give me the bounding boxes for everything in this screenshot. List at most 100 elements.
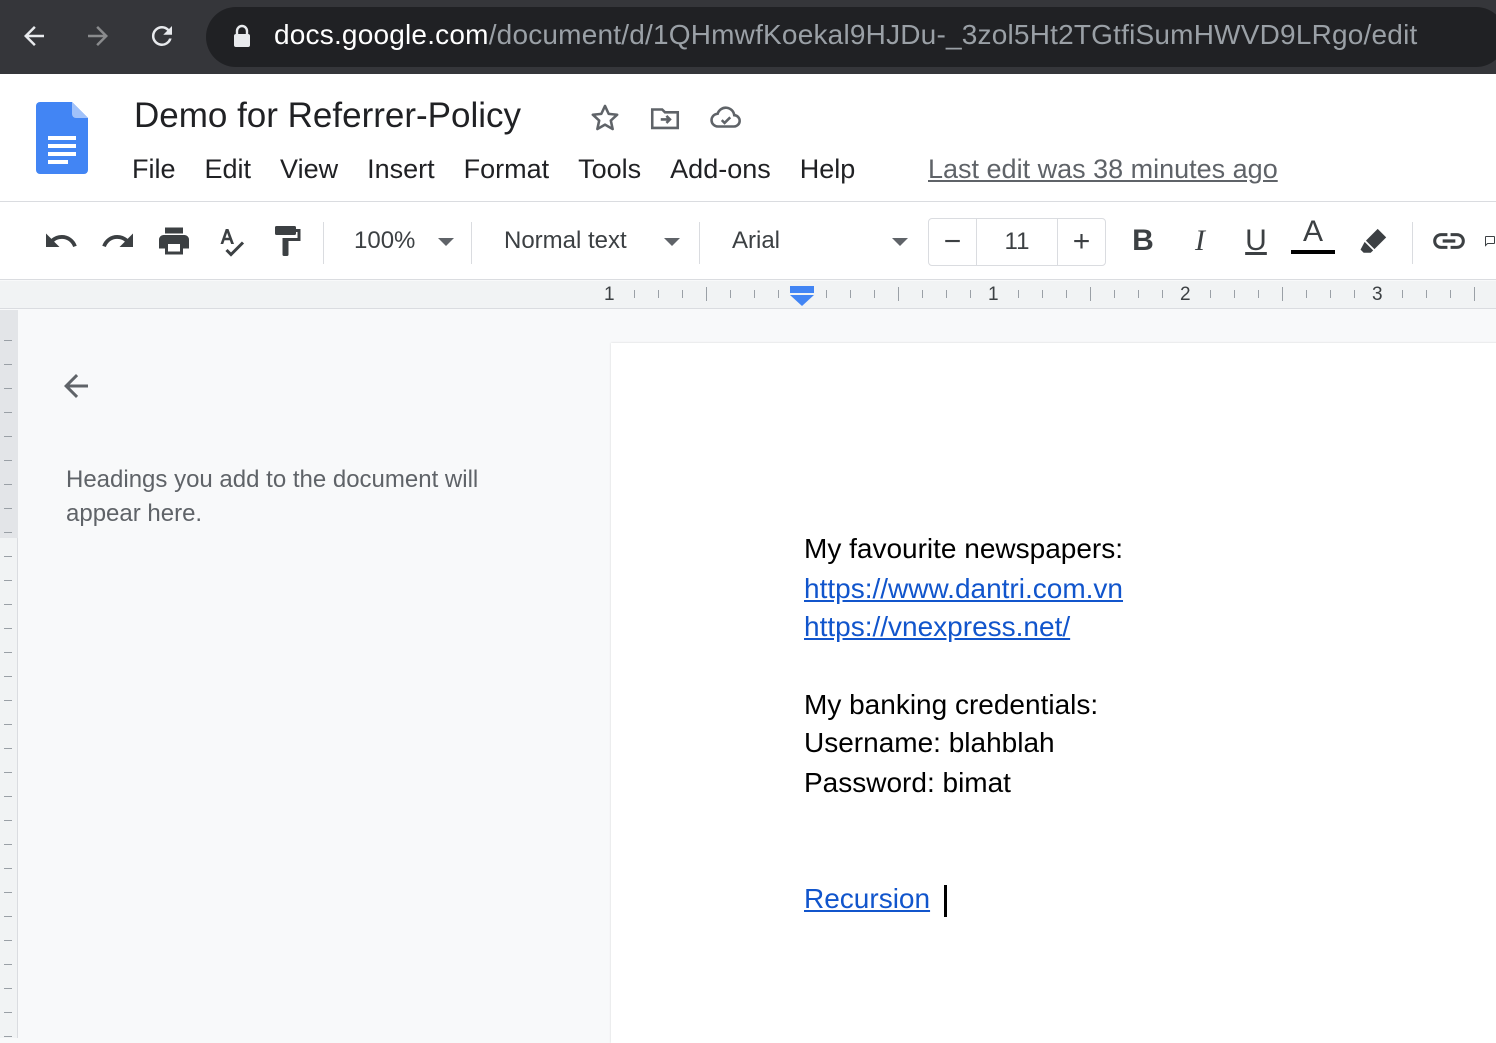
- lock-icon[interactable]: [232, 24, 252, 50]
- text-cursor: [944, 885, 947, 917]
- url-host: docs.google.com: [274, 19, 489, 50]
- toolbar-divider: [471, 222, 472, 264]
- menu-edit[interactable]: Edit: [205, 154, 252, 185]
- star-icon[interactable]: [587, 100, 623, 136]
- indent-marker-icon[interactable]: [790, 286, 814, 306]
- menu-insert[interactable]: Insert: [367, 154, 435, 185]
- text-color-glyph: A: [1302, 215, 1323, 248]
- ruler-tick: [658, 290, 659, 298]
- cloud-saved-icon[interactable]: [708, 100, 744, 136]
- italic-button[interactable]: I: [1181, 222, 1219, 260]
- toolbar-divider: [1412, 222, 1413, 264]
- print-icon[interactable]: [155, 222, 193, 260]
- menu-add-ons[interactable]: Add-ons: [670, 154, 771, 185]
- vertical-ruler-tick: [4, 604, 12, 605]
- toolbar-divider: [323, 222, 324, 264]
- font-family-select[interactable]: Arial: [732, 227, 780, 255]
- underline-button[interactable]: U: [1237, 222, 1275, 260]
- document-page[interactable]: My favourite newspapers: https://www.dan…: [611, 343, 1496, 1043]
- style-dropdown-icon[interactable]: [664, 238, 680, 246]
- menu-tools[interactable]: Tools: [578, 154, 641, 185]
- spellcheck-icon[interactable]: [212, 222, 250, 260]
- menu-help[interactable]: Help: [800, 154, 856, 185]
- vertical-ruler-tick: [4, 532, 12, 533]
- ruler-label: 3: [1372, 284, 1383, 305]
- ruler-tick: [1018, 290, 1019, 298]
- ruler-tick: [874, 290, 875, 298]
- ruler-tick: [1450, 290, 1451, 298]
- ruler-tick: [778, 290, 779, 298]
- ruler-label: 1: [988, 284, 999, 305]
- ruler-tick: [730, 290, 731, 298]
- redo-icon[interactable]: [99, 222, 137, 260]
- vertical-ruler-tick: [4, 988, 12, 989]
- document-title[interactable]: Demo for Referrer-Policy: [134, 96, 521, 136]
- ruler-tick: [1354, 290, 1355, 298]
- vertical-ruler-tick: [4, 484, 12, 485]
- text-color-swatch: [1291, 250, 1335, 254]
- formatting-toolbar: 100% Normal text Arial − 11 + B I U A: [0, 202, 1496, 280]
- reload-icon[interactable]: [140, 14, 184, 58]
- font-size-input[interactable]: 11: [977, 219, 1057, 265]
- doc-link-recursion[interactable]: Recursion: [804, 883, 930, 915]
- ruler-tick: [850, 290, 851, 298]
- horizontal-ruler[interactable]: 1 1 2 3: [0, 281, 1496, 309]
- vertical-ruler-tick: [4, 868, 12, 869]
- font-size-control: − 11 +: [928, 218, 1106, 266]
- vertical-ruler-tick: [4, 700, 12, 701]
- menu-view[interactable]: View: [280, 154, 338, 185]
- highlight-color-icon[interactable]: [1355, 222, 1393, 260]
- forward-arrow-icon[interactable]: [76, 14, 120, 58]
- bold-button[interactable]: B: [1124, 222, 1162, 260]
- ruler-tick: [1258, 290, 1259, 298]
- doc-link-vnexpress[interactable]: https://vnexpress.net/: [804, 611, 1070, 643]
- vertical-ruler-tick: [4, 436, 12, 437]
- ruler-tick: [826, 290, 827, 298]
- font-dropdown-icon[interactable]: [892, 238, 908, 246]
- menu-file[interactable]: File: [132, 154, 176, 185]
- paragraph-style-select[interactable]: Normal text: [504, 227, 627, 255]
- menu-format[interactable]: Format: [464, 154, 550, 185]
- move-to-folder-icon[interactable]: [647, 100, 683, 136]
- zoom-select[interactable]: 100%: [354, 227, 415, 255]
- ruler-tick: [1474, 287, 1475, 301]
- ruler-tick: [1090, 287, 1091, 301]
- comment-icon[interactable]: [1484, 222, 1496, 260]
- ruler-tick: [1282, 287, 1283, 301]
- vertical-ruler-tick: [4, 1012, 12, 1013]
- ruler-tick: [706, 287, 707, 301]
- doc-text-password: Password: bimat: [804, 767, 1011, 798]
- last-edit-link[interactable]: Last edit was 38 minutes ago: [928, 154, 1278, 185]
- ruler-tick: [1402, 290, 1403, 298]
- vertical-ruler[interactable]: [0, 310, 18, 1038]
- paint-format-icon[interactable]: [268, 222, 306, 260]
- url-text[interactable]: docs.google.com/document/d/1QHmwfKoekal9…: [274, 19, 1417, 51]
- ruler-tick: [1042, 290, 1043, 298]
- vertical-ruler-tick: [4, 556, 12, 557]
- ruler-tick: [1306, 290, 1307, 298]
- vertical-ruler-tick: [4, 388, 12, 389]
- undo-icon[interactable]: [42, 222, 80, 260]
- text-color-button[interactable]: A: [1291, 215, 1335, 254]
- decrease-font-size-button[interactable]: −: [929, 219, 977, 265]
- url-path: /document/d/1QHmwfKoekal9HJDu-_3zol5Ht2T…: [488, 19, 1418, 50]
- ruler-tick: [1066, 290, 1067, 298]
- vertical-ruler-tick: [4, 748, 12, 749]
- back-arrow-icon[interactable]: [12, 14, 56, 58]
- docs-logo-icon[interactable]: [36, 102, 88, 179]
- ruler-tick: [922, 290, 923, 298]
- close-outline-arrow-icon[interactable]: [56, 366, 96, 406]
- doc-link-dantri[interactable]: https://www.dantri.com.vn: [804, 573, 1123, 605]
- insert-link-icon[interactable]: [1430, 222, 1468, 260]
- vertical-ruler-tick: [4, 1036, 12, 1037]
- ruler-tick: [970, 290, 971, 298]
- zoom-dropdown-icon[interactable]: [438, 238, 454, 246]
- vertical-ruler-tick: [4, 628, 12, 629]
- ruler-label: 1: [604, 284, 615, 305]
- vertical-ruler-tick: [4, 844, 12, 845]
- increase-font-size-button[interactable]: +: [1057, 219, 1105, 265]
- vertical-ruler-tick: [4, 940, 12, 941]
- vertical-ruler-tick: [4, 508, 12, 509]
- vertical-ruler-tick: [4, 772, 12, 773]
- menu-bar: File Edit View Insert Format Tools Add-o…: [132, 154, 884, 185]
